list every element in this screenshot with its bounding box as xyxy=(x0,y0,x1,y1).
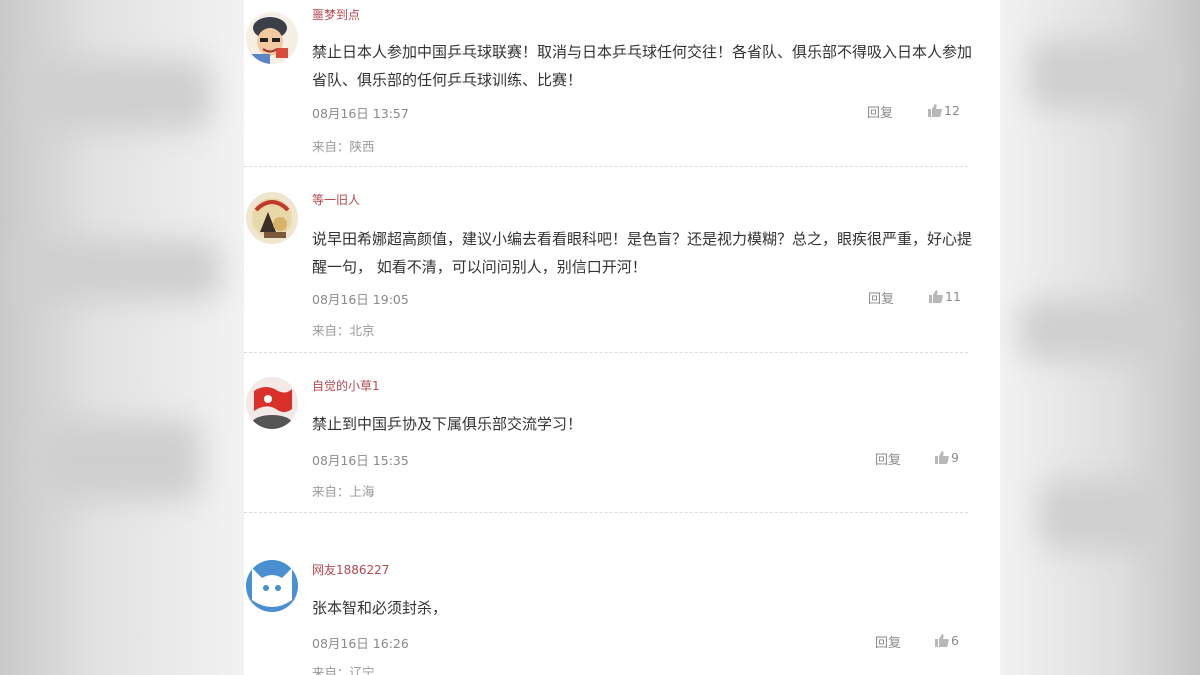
like-button[interactable]: 12 xyxy=(928,103,960,118)
avatar-cartoon-helmet-icon xyxy=(246,12,298,64)
comment-username[interactable]: 等一旧人 xyxy=(312,191,360,208)
comment-username[interactable]: 网友1886227 xyxy=(312,561,389,578)
thumbs-up-icon xyxy=(928,104,942,117)
avatar-red-flag-icon xyxy=(246,377,298,429)
comment-time: 08月16日 13:57 xyxy=(312,106,409,121)
blurred-background-left xyxy=(0,0,244,675)
like-button[interactable]: 9 xyxy=(935,450,959,465)
avatar-default-icon xyxy=(246,560,298,612)
avatar-illustration-icon xyxy=(246,192,298,244)
reply-button[interactable]: 回复 xyxy=(867,102,893,121)
reply-button[interactable]: 回复 xyxy=(875,632,901,651)
comment-text: 说早田希娜超高颜值，建议小编去看看眼科吧！是色盲？还是视力模糊？总之，眼疾很严重… xyxy=(312,230,973,276)
blurred-background-right xyxy=(1000,0,1200,675)
comment-time: 08月16日 16:26 xyxy=(312,636,409,651)
like-count: 12 xyxy=(944,103,960,118)
reply-button[interactable]: 回复 xyxy=(875,449,901,468)
comment-username[interactable]: 自觉的小草1 xyxy=(312,377,380,394)
comment-time: 08月16日 19:05 xyxy=(312,292,409,307)
comment-source: 来自：北京 xyxy=(312,323,375,338)
divider xyxy=(244,166,968,167)
avatar[interactable] xyxy=(246,560,298,612)
thumbs-up-icon xyxy=(929,290,943,303)
avatar[interactable] xyxy=(246,377,298,429)
like-count: 6 xyxy=(951,633,959,648)
like-button[interactable]: 6 xyxy=(935,633,959,648)
like-button[interactable]: 11 xyxy=(929,289,961,304)
comment-text: 禁止日本人参加中国乒乓球联赛！取消与日本乒乓球任何交往！各省队、俱乐部不得吸入日… xyxy=(312,43,973,89)
comment-text: 张本智和必须封杀， xyxy=(312,599,448,617)
like-count: 9 xyxy=(951,450,959,465)
thumbs-up-icon xyxy=(935,451,949,464)
comment-list: 噩梦到点 禁止日本人参加中国乒乓球联赛！取消与日本乒乓球任何交往！各省队、俱乐部… xyxy=(244,0,1000,675)
comment-time: 08月16日 15:35 xyxy=(312,453,409,468)
comment-text: 禁止到中国乒协及下属俱乐部交流学习！ xyxy=(312,415,583,433)
comment-username[interactable]: 噩梦到点 xyxy=(312,6,360,23)
video-frame: 噩梦到点 禁止日本人参加中国乒乓球联赛！取消与日本乒乓球任何交往！各省队、俱乐部… xyxy=(0,0,1200,675)
like-count: 11 xyxy=(945,289,961,304)
divider xyxy=(244,512,968,513)
thumbs-up-icon xyxy=(935,634,949,647)
divider xyxy=(244,352,968,353)
comment-source: 来自：辽宁 xyxy=(312,665,375,675)
avatar[interactable] xyxy=(246,192,298,244)
reply-button[interactable]: 回复 xyxy=(868,288,894,307)
avatar[interactable] xyxy=(246,12,298,64)
comment-source: 来自：陕西 xyxy=(312,139,375,154)
comment-source: 来自：上海 xyxy=(312,484,375,499)
